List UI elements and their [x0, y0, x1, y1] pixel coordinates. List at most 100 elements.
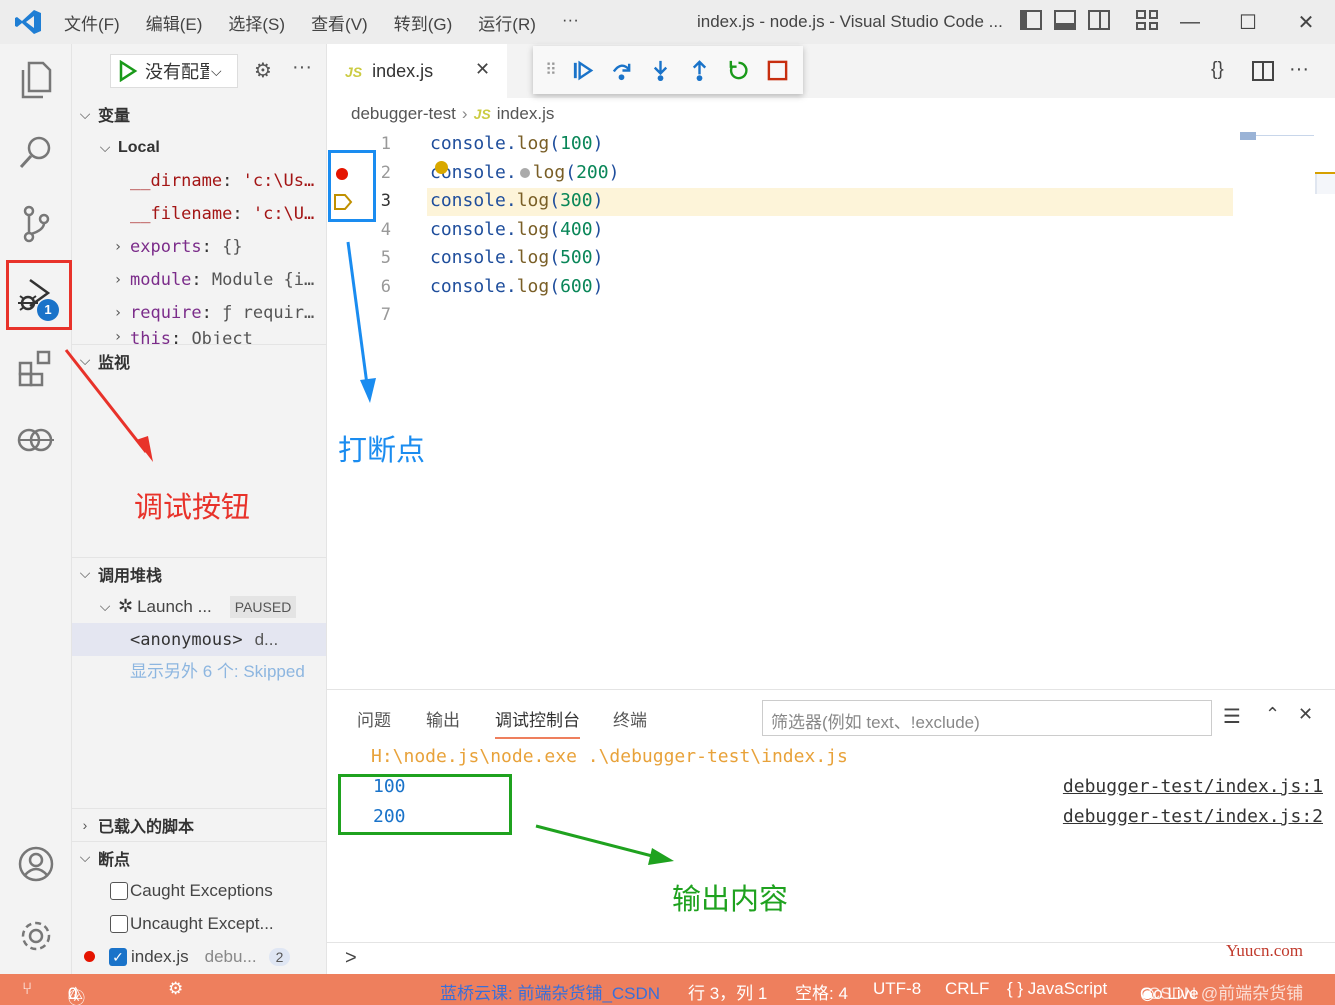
variable-name: module: [130, 269, 192, 290]
annotation-breakpoint: 打断点: [338, 435, 426, 467]
stop-icon[interactable]: [766, 59, 789, 82]
editor-more-actions-icon[interactable]: ···: [1289, 58, 1309, 81]
remote-explorer-icon[interactable]: [0, 410, 72, 470]
menu-edit[interactable]: 编辑(E): [146, 10, 203, 35]
split-editor-icon[interactable]: [1252, 61, 1274, 81]
toggle-secondary-sidebar-icon[interactable]: [1088, 10, 1110, 30]
tab-problems[interactable]: 问题: [357, 706, 391, 731]
callstack-show-more[interactable]: 显示另外 6 个: Skipped: [72, 653, 326, 686]
tab-terminal[interactable]: 终端: [613, 706, 647, 731]
tab-index-js[interactable]: JS index.js ✕: [327, 44, 507, 98]
variable-row[interactable]: › exports: {}: [72, 230, 326, 263]
bottom-panel: 问题 输出 调试控制台 终端 筛选器(例如 text、!exclude) ☰ ⌃…: [327, 689, 1335, 974]
variable-row[interactable]: __dirname: 'c:\Us…: [72, 164, 326, 197]
continue-icon[interactable]: [571, 59, 594, 82]
code-line[interactable]: console.log(500): [430, 247, 603, 268]
extensions-icon[interactable]: [0, 338, 72, 398]
encoding[interactable]: UTF-8: [873, 979, 921, 999]
debug-settings-gear-icon[interactable]: ⚙: [254, 58, 272, 83]
breakpoints-section-header[interactable]: ⌵ 断点: [72, 841, 326, 873]
customize-layout-icon[interactable]: [1136, 10, 1158, 30]
code-line[interactable]: console.log(300): [430, 190, 603, 211]
accounts-icon[interactable]: [0, 834, 72, 894]
console-output-source-link[interactable]: debugger-test/index.js:1: [1063, 776, 1323, 797]
checkbox[interactable]: [110, 881, 128, 900]
breadcrumb-file[interactable]: index.js: [497, 104, 555, 124]
variables-section-header[interactable]: ⌵ 变量: [72, 98, 326, 130]
menu-selection[interactable]: 选择(S): [228, 10, 285, 35]
explorer-icon[interactable]: [0, 50, 72, 110]
language-mode[interactable]: { } JavaScript: [1007, 979, 1107, 999]
menu-go[interactable]: 转到(G): [394, 10, 453, 35]
menu-run[interactable]: 运行(R): [478, 10, 536, 35]
breakpoint-dot-icon[interactable]: [336, 168, 348, 180]
checkbox[interactable]: [110, 914, 128, 933]
code-line[interactable]: console.log(400): [430, 219, 603, 240]
settings-gear-icon[interactable]: [0, 906, 72, 966]
close-tab-icon[interactable]: ✕: [475, 59, 490, 80]
menu-file[interactable]: 文件(F): [64, 10, 120, 35]
variable-row[interactable]: › this: Object: [72, 329, 326, 345]
toggle-panel-icon[interactable]: [1054, 10, 1076, 30]
menu-more[interactable]: ···: [562, 10, 579, 35]
inline-breakpoint-icon[interactable]: [519, 168, 530, 178]
line-number: 3: [380, 191, 391, 211]
maximize-button[interactable]: ☐: [1219, 0, 1277, 44]
debug-launch-icon[interactable]: ⚙: [168, 979, 183, 999]
restart-icon[interactable]: [727, 59, 750, 82]
more-actions-icon[interactable]: ···: [292, 56, 312, 79]
maximize-panel-icon[interactable]: ⌃: [1265, 704, 1280, 725]
close-panel-icon[interactable]: ✕: [1298, 704, 1313, 725]
variable-row[interactable]: __filename: 'c:\U…: [72, 197, 326, 230]
launch-config-select[interactable]: 没有配置: [145, 58, 209, 84]
console-prompt[interactable]: >: [345, 947, 357, 970]
chevron-right-icon: ›: [113, 329, 123, 345]
close-window-button[interactable]: ✕: [1277, 0, 1335, 44]
step-out-icon[interactable]: [688, 59, 711, 82]
console-filter-input[interactable]: 筛选器(例如 text、!exclude): [762, 700, 1212, 736]
menu-view[interactable]: 查看(V): [311, 10, 368, 35]
tab-output[interactable]: 输出: [426, 706, 460, 731]
debug-toolbar: ⠿: [533, 46, 803, 94]
remote-icon[interactable]: ⑂: [22, 979, 32, 999]
console-output-source-link[interactable]: debugger-test/index.js:2: [1063, 806, 1323, 827]
cursor-position[interactable]: 行 3，列 1: [688, 979, 767, 1004]
minimap[interactable]: [1240, 130, 1315, 142]
tab-debug-console[interactable]: 调试控制台: [495, 706, 580, 739]
breadcrumb-folder[interactable]: debugger-test: [351, 104, 456, 124]
breakpoint-count-badge: 2: [268, 947, 291, 966]
code-line[interactable]: console.log(600): [430, 276, 603, 297]
local-scope[interactable]: ⌵ Local: [72, 131, 326, 164]
code-line[interactable]: console. log(200): [430, 162, 619, 183]
variable-row[interactable]: › module: Module {i…: [72, 263, 326, 296]
chevron-down-icon[interactable]: ⌵: [211, 63, 222, 80]
loaded-scripts-section-header[interactable]: › 已载入的脚本: [72, 808, 326, 840]
code-line[interactable]: console.log(100): [430, 133, 603, 154]
breakpoint-caught-exceptions[interactable]: Caught Exceptions: [72, 874, 326, 907]
callstack-section-header[interactable]: ⌵ 调用堆栈: [72, 557, 326, 589]
variable-value: {}: [222, 236, 243, 257]
watch-section-header[interactable]: ⌵ 监视: [72, 344, 326, 376]
toggle-sidebar-icon[interactable]: [1020, 10, 1042, 30]
step-over-icon[interactable]: [610, 59, 633, 82]
breakpoint-index-js[interactable]: ✓ index.js debu... 2: [72, 940, 326, 973]
curly-braces-icon[interactable]: {}: [1211, 59, 1224, 81]
search-icon[interactable]: [0, 122, 72, 182]
source-control-icon[interactable]: [0, 194, 72, 254]
breakpoint-detail: debu...: [204, 946, 257, 966]
clear-console-icon[interactable]: ☰: [1223, 704, 1241, 729]
lightbulb-icon[interactable]: [435, 161, 448, 174]
run-debug-icon[interactable]: 1: [0, 266, 72, 326]
callstack-session[interactable]: ⌵ ✲ Launch ... PAUSED: [72, 590, 326, 623]
end-of-line[interactable]: CRLF: [945, 979, 989, 999]
start-debugging-icon[interactable]: [117, 60, 139, 82]
drag-handle-icon[interactable]: ⠿: [545, 60, 557, 80]
minimize-button[interactable]: —: [1161, 0, 1219, 44]
callstack-frame[interactable]: <anonymous> d...: [72, 623, 326, 656]
breakpoint-uncaught-exceptions[interactable]: Uncaught Except...: [72, 907, 326, 940]
variable-row[interactable]: › require: ƒ requir…: [72, 296, 326, 329]
step-into-icon[interactable]: [649, 59, 672, 82]
checkbox-checked[interactable]: ✓: [109, 947, 127, 966]
indentation[interactable]: 空格: 4: [795, 979, 848, 1004]
current-execution-arrow-icon: [334, 194, 353, 210]
